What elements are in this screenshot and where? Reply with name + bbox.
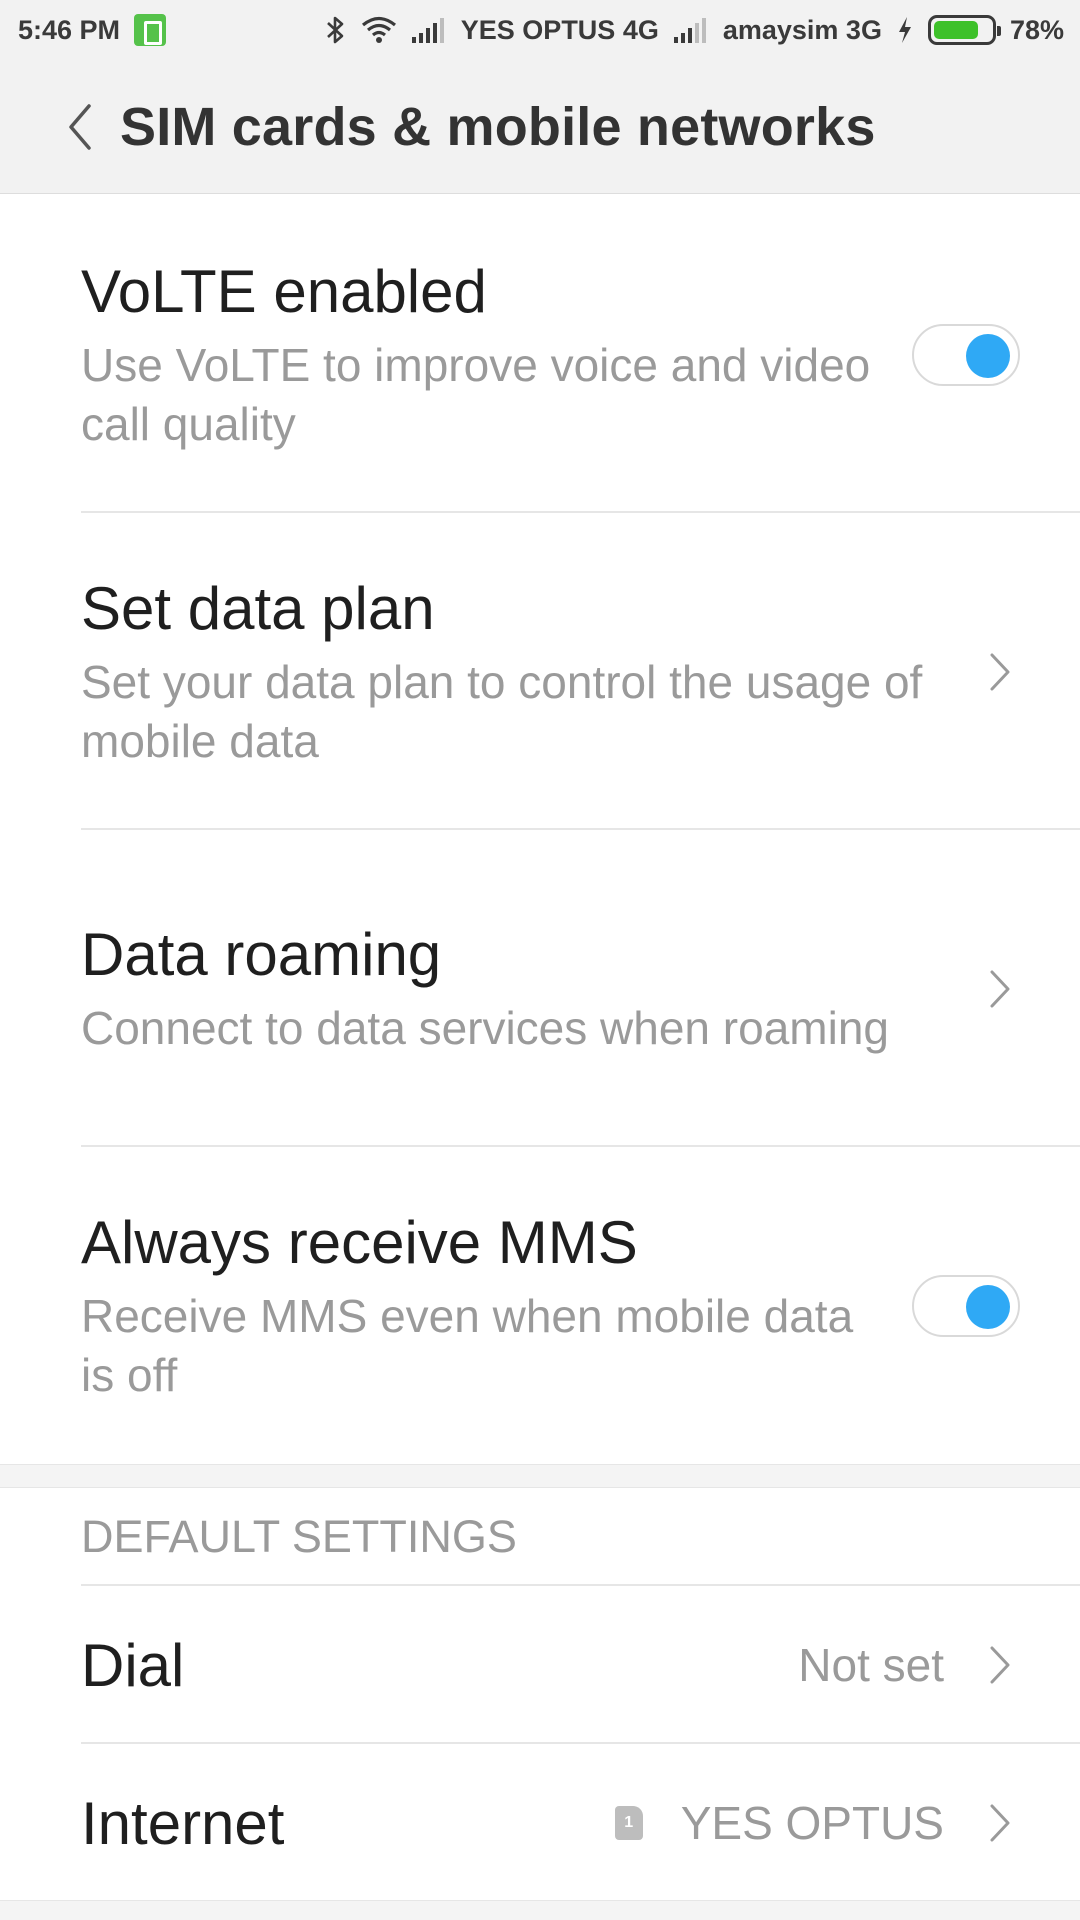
- mms-title: Always receive MMS: [81, 1208, 638, 1276]
- mms-setting[interactable]: Always receive MMS Receive MMS even when…: [0, 1147, 1080, 1464]
- volte-subtitle: Use VoLTE to improve voice and video cal…: [81, 338, 871, 450]
- bottom-separator: [0, 1900, 1080, 1920]
- settings-list: VoLTE enabled Use VoLTE to improve voice…: [0, 196, 1080, 1902]
- data-roaming-subtitle: Connect to data services when roaming: [81, 1002, 889, 1054]
- status-bar: 5:46 PM YES OPTUS 4G amaysim 3G 78%: [0, 0, 1080, 60]
- page-title: SIM cards & mobile networks: [120, 96, 876, 157]
- battery-percent: 78%: [1009, 14, 1064, 45]
- section-separator: [0, 1464, 1080, 1488]
- chevron-right-icon: [980, 1802, 1020, 1844]
- wifi-icon: [361, 16, 397, 44]
- mms-toggle[interactable]: [912, 1274, 1020, 1337]
- volte-title: VoLTE enabled: [81, 257, 487, 325]
- dial-title: Dial: [81, 1631, 185, 1699]
- dial-setting[interactable]: Dial Not set: [0, 1586, 1080, 1744]
- internet-title: Internet: [81, 1789, 285, 1857]
- internet-value: YES OPTUS: [680, 1797, 944, 1849]
- signal-icon: [673, 17, 709, 43]
- volte-setting[interactable]: VoLTE enabled Use VoLTE to improve voice…: [0, 196, 1080, 513]
- data-roaming-title: Data roaming: [81, 921, 442, 988]
- toggle-knob: [966, 1284, 1010, 1329]
- chevron-right-icon: [980, 968, 1020, 1010]
- charging-icon: [896, 16, 914, 44]
- chevron-right-icon: [980, 1644, 1020, 1686]
- data-plan-subtitle: Set your data plan to control the usage …: [81, 655, 923, 767]
- battery-level: [933, 21, 978, 39]
- chevron-right-icon: [980, 651, 1020, 693]
- data-plan-setting[interactable]: Set data plan Set your data plan to cont…: [0, 513, 1080, 830]
- default-settings-header: DEFAULT SETTINGS: [0, 1488, 1080, 1586]
- battery-saver-icon: [134, 14, 167, 46]
- bluetooth-icon: [325, 15, 347, 45]
- carrier-1: YES OPTUS 4G: [460, 14, 659, 45]
- dial-value: Not set: [798, 1639, 944, 1691]
- carrier-2: amaysim 3G: [722, 14, 882, 45]
- section-header-label: DEFAULT SETTINGS: [81, 1511, 517, 1562]
- battery-icon: [927, 15, 1001, 45]
- status-time: 5:46 PM: [18, 14, 121, 45]
- mms-subtitle: Receive MMS even when mobile data is off: [81, 1289, 854, 1401]
- sim-card-icon: 1: [614, 1806, 643, 1840]
- sim-number: 1: [624, 1814, 634, 1831]
- internet-setting[interactable]: Internet 1 YES OPTUS: [0, 1744, 1080, 1902]
- toggle-knob: [966, 333, 1010, 378]
- data-roaming-setting[interactable]: Data roaming Connect to data services wh…: [0, 830, 1080, 1147]
- chevron-left-icon: [69, 103, 91, 150]
- app-bar: SIM cards & mobile networks: [0, 60, 1080, 194]
- data-plan-title: Set data plan: [81, 574, 435, 642]
- signal-icon: [411, 17, 447, 43]
- back-button[interactable]: [40, 77, 120, 177]
- volte-toggle[interactable]: [912, 323, 1020, 386]
